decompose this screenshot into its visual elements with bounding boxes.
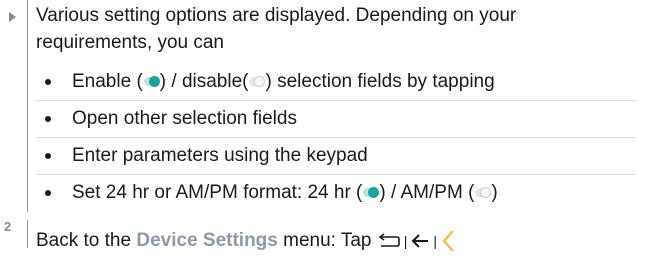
- step-intro-text: Various setting options are displayed. D…: [36, 5, 517, 53]
- chevron-left-icon: [442, 230, 454, 252]
- bullet-icon: [45, 116, 51, 122]
- toggle-on-icon: [363, 187, 380, 199]
- separator: |: [433, 233, 438, 249]
- step-divider: [27, 220, 28, 248]
- step-2-text: Back to the Device Settings menu: Tap | …: [36, 228, 456, 254]
- bullet-icon: [45, 190, 51, 196]
- menu-name: Device Settings: [136, 230, 278, 251]
- step-divider: [27, 0, 28, 212]
- return-icon: [378, 233, 400, 247]
- toggle-on-icon: [143, 76, 160, 88]
- step-number: 2: [4, 219, 12, 234]
- bullet-icon: [45, 153, 51, 159]
- toggle-off-icon: [249, 76, 266, 88]
- bullet-icon: [45, 79, 51, 85]
- option-list: Enable () / disable() selection fields b…: [36, 64, 636, 211]
- step-arrow-icon: [9, 12, 16, 22]
- list-item-keypad: Enter parameters using the keypad: [36, 138, 636, 175]
- instruction-step-1: Various setting options are displayed. D…: [0, 0, 645, 214]
- list-item-time-format: Set 24 hr or AM/PM format: 24 hr () / AM…: [36, 175, 636, 211]
- list-item-open-fields: Open other selection fields: [36, 101, 636, 138]
- list-item-enable-disable: Enable () / disable() selection fields b…: [36, 64, 636, 101]
- toggle-off-icon: [475, 187, 492, 199]
- back-arrow-icon: [412, 234, 429, 248]
- separator: |: [403, 233, 408, 249]
